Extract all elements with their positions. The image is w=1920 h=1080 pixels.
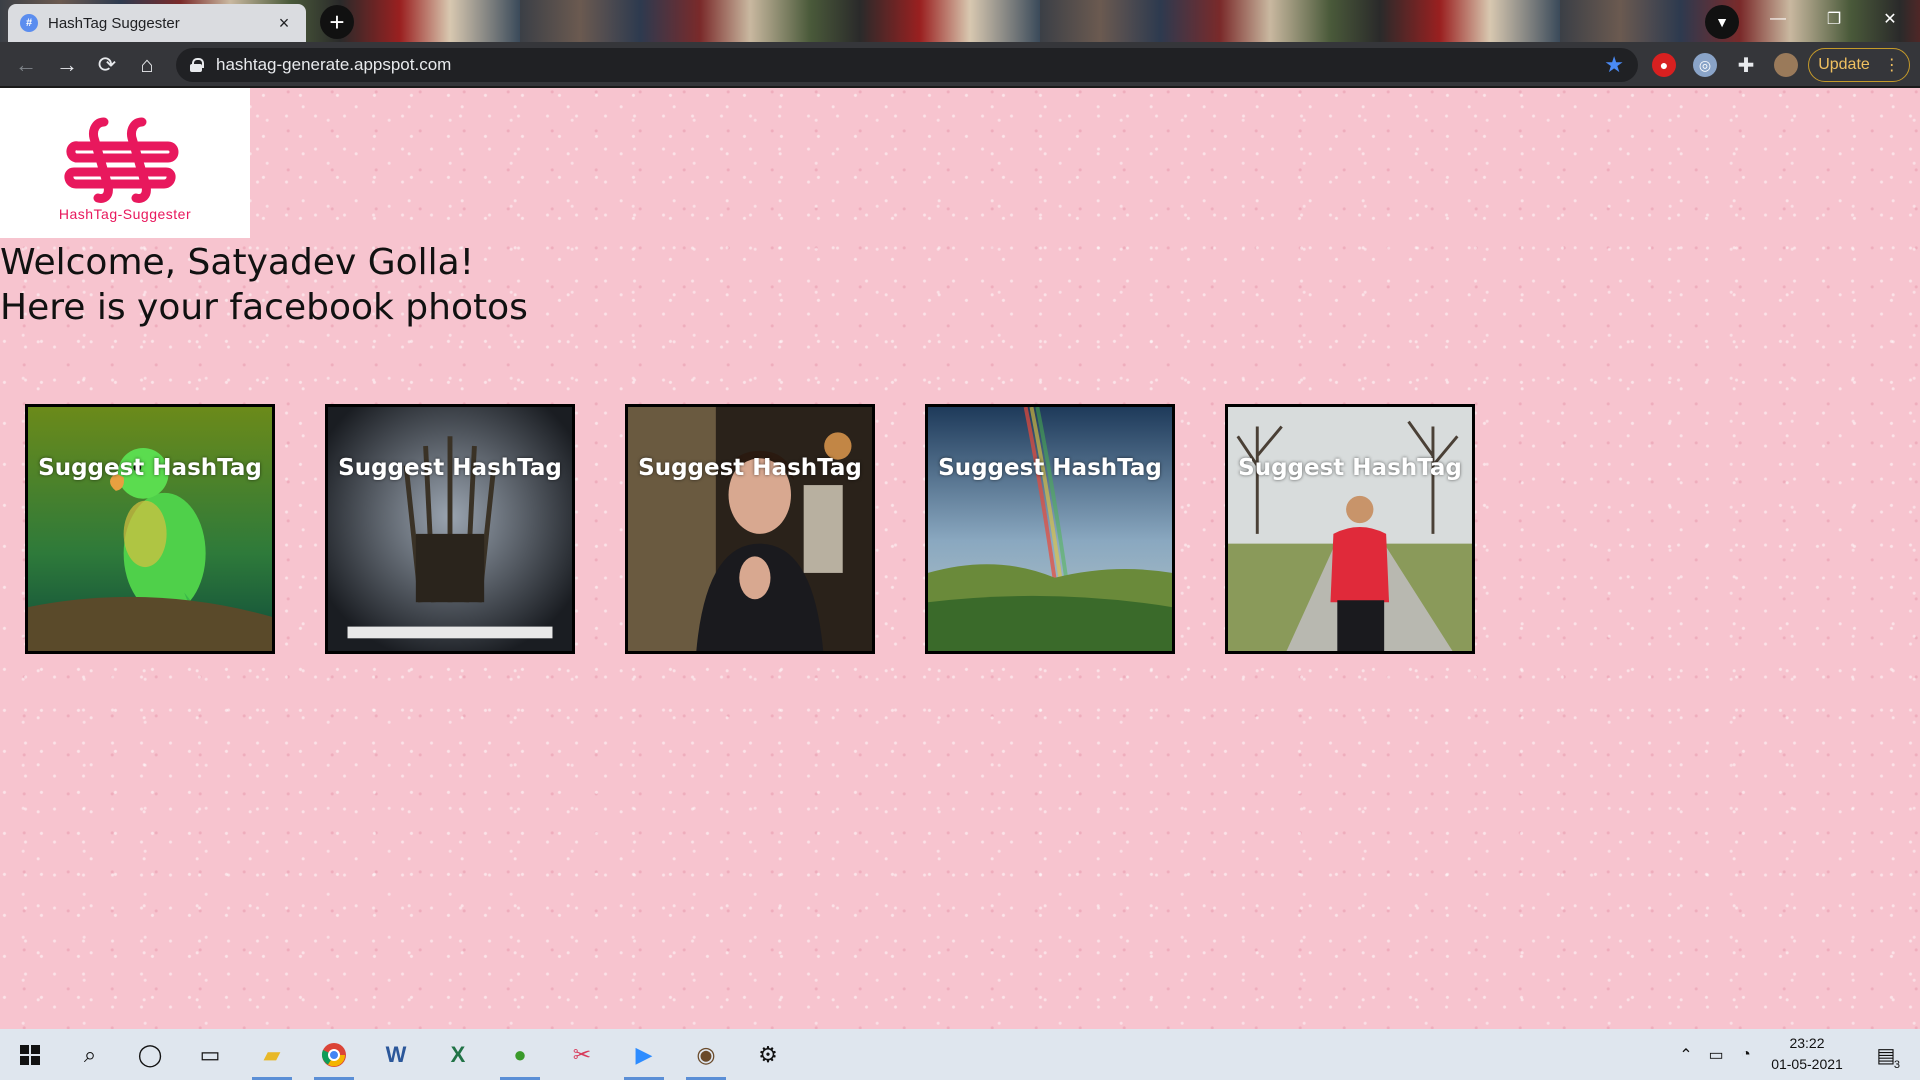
cortana-icon[interactable]: ◯	[126, 1035, 174, 1075]
hashtag-logo-icon	[64, 117, 179, 203]
photo-card-man-suit[interactable]: Suggest HashTag	[625, 404, 875, 654]
excel-icon[interactable]: X	[434, 1035, 482, 1075]
new-tab-button[interactable]: +	[320, 5, 354, 39]
notifications-icon[interactable]: ▤ 3	[1862, 1035, 1910, 1075]
suggest-hashtag-label[interactable]: Suggest HashTag	[628, 455, 872, 481]
clock-time[interactable]: 23:22	[1762, 1035, 1852, 1051]
word-icon[interactable]: W	[372, 1035, 420, 1075]
puzzle-extensions-icon[interactable]: ✚	[1734, 53, 1758, 77]
extension-red-icon[interactable]: ●	[1652, 53, 1676, 77]
windows-start-icon[interactable]	[6, 1035, 54, 1075]
photos-subheading: Here is your facebook photos	[0, 287, 528, 328]
address-bar[interactable]: hashtag-generate.appspot.com ★	[176, 48, 1638, 82]
browser-toolbar: ← → ⟳ ⌂ hashtag-generate.appspot.com ★ ●…	[0, 42, 1920, 88]
extension-blue-icon[interactable]: ◎	[1693, 53, 1717, 77]
tab-search-icon[interactable]: ▼	[1705, 5, 1739, 39]
suggest-hashtag-label[interactable]: Suggest HashTag	[328, 455, 572, 481]
url-text[interactable]: hashtag-generate.appspot.com	[216, 55, 1590, 75]
iron-throne-photo	[328, 407, 572, 651]
tab-title: HashTag Suggester	[48, 14, 180, 32]
windows-taskbar: ⌕ ◯ ▭ ▰ W X ● ✂ ▶ ◉ ⚙ ⌃ ▭ ◔ 23:22 01-05-…	[0, 1029, 1920, 1080]
welcome-heading: Welcome, Satyadev Golla! Here is your fa…	[0, 240, 900, 330]
home-button[interactable]: ⌂	[131, 50, 163, 80]
browser-title-bar: # HashTag Suggester × + ▼ — ❐ ✕	[0, 0, 1920, 42]
search-icon[interactable]: ⌕	[66, 1035, 114, 1075]
man-in-suit-photo	[628, 407, 872, 651]
browser-tab-active[interactable]: # HashTag Suggester ×	[8, 4, 306, 42]
photo-card-rainbow[interactable]: Suggest HashTag	[925, 404, 1175, 654]
close-window-button[interactable]: ✕	[1864, 4, 1916, 34]
suggest-hashtag-label[interactable]: Suggest HashTag	[1228, 455, 1472, 481]
suggest-hashtag-label[interactable]: Suggest HashTag	[928, 455, 1172, 481]
hashtag-favicon-icon: #	[20, 14, 38, 32]
photo-card-red-hoodie[interactable]: Suggest HashTag	[1225, 404, 1475, 654]
minimize-button[interactable]: —	[1752, 4, 1804, 34]
update-button[interactable]: Update ⋮	[1808, 48, 1910, 82]
forward-button[interactable]: →	[51, 50, 83, 80]
clock-date[interactable]: 01-05-2021	[1762, 1056, 1852, 1072]
parrot-photo	[28, 407, 272, 651]
suggest-hashtag-label[interactable]: Suggest HashTag	[28, 455, 272, 481]
zoom-icon[interactable]: ▶	[620, 1035, 668, 1080]
back-button[interactable]: ←	[10, 50, 42, 80]
photo-card-throne[interactable]: Suggest HashTag	[325, 404, 575, 654]
page-content: HashTag-Suggester Welcome, Satyadev Goll…	[0, 88, 1920, 1029]
file-explorer-icon[interactable]: ▰	[248, 1035, 296, 1080]
rainbow-landscape-photo	[928, 407, 1172, 651]
profile-avatar[interactable]	[1774, 53, 1798, 77]
green-app-icon[interactable]: ●	[496, 1035, 544, 1080]
tab-close-icon[interactable]: ×	[274, 13, 294, 34]
man-in-red-hoodie-photo	[1228, 407, 1472, 651]
bookmark-star-icon[interactable]: ★	[1604, 52, 1624, 78]
chrome-icon[interactable]	[310, 1035, 358, 1080]
photo-grid: Suggest HashTag Suggest HashTag Suggest …	[25, 404, 1525, 654]
lock-icon[interactable]	[190, 58, 204, 72]
reload-button[interactable]: ⟳	[91, 50, 123, 80]
restore-button[interactable]: ❐	[1808, 4, 1860, 34]
logo-text: HashTag-Suggester	[58, 206, 192, 222]
update-label: Update	[1818, 56, 1870, 73]
menu-dots-icon: ⋮	[1883, 57, 1900, 74]
settings-gear-icon[interactable]: ⚙	[744, 1035, 792, 1075]
logo: HashTag-Suggester	[0, 88, 250, 238]
welcome-line: Welcome, Satyadev Golla!	[0, 242, 475, 283]
snipping-tool-icon[interactable]: ✂	[558, 1035, 606, 1075]
game-app-icon[interactable]: ◉	[682, 1035, 730, 1080]
photo-card-parrot[interactable]: Suggest HashTag	[25, 404, 275, 654]
notification-count: 3	[1893, 1059, 1900, 1071]
task-view-icon[interactable]: ▭	[186, 1035, 234, 1075]
